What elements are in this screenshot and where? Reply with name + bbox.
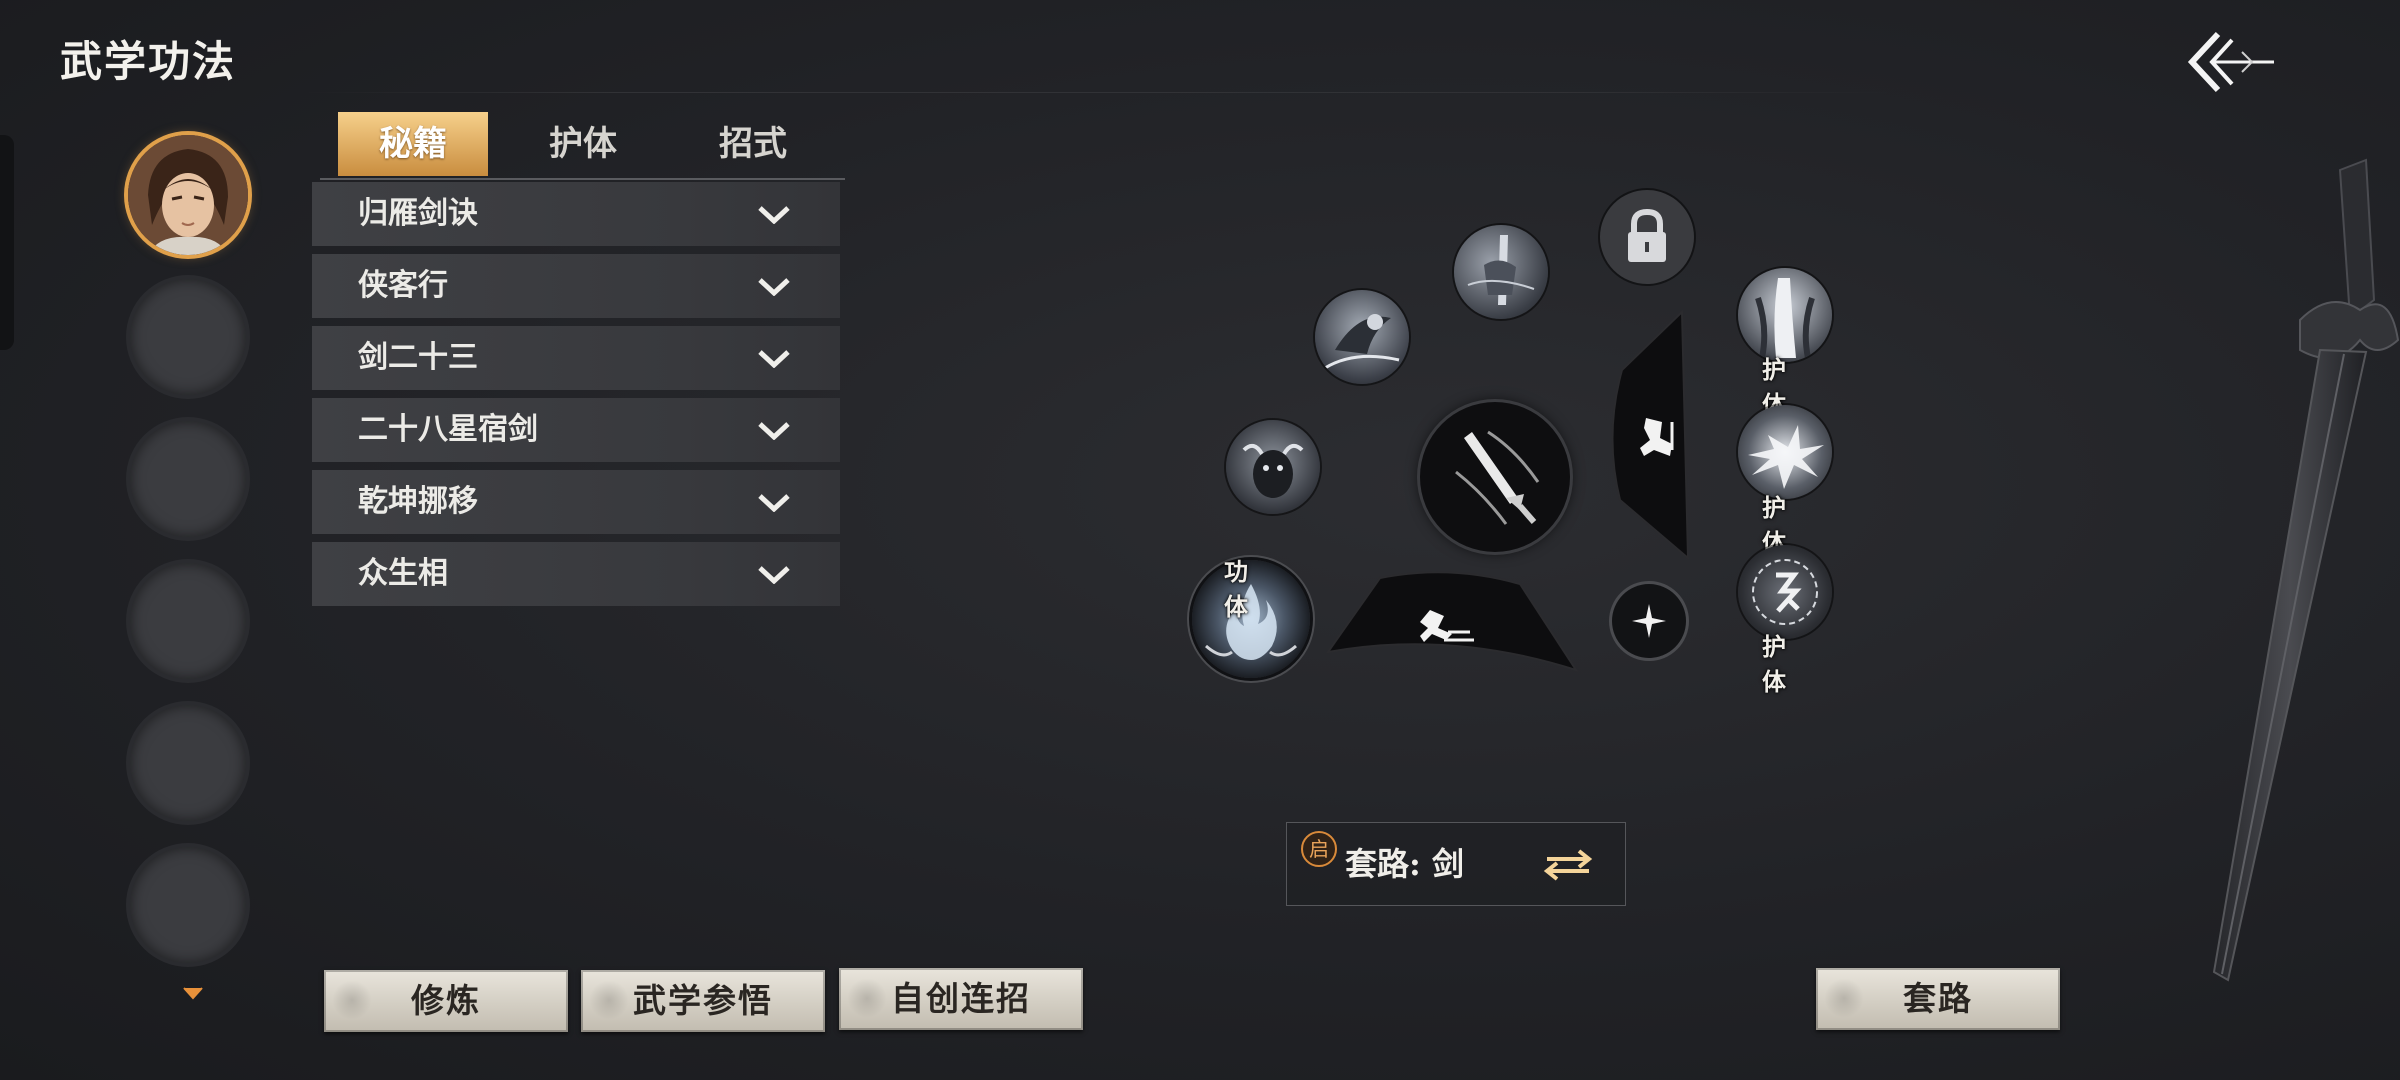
huti-skill-3[interactable] (1738, 545, 1832, 639)
lightning-burst-icon (1748, 425, 1824, 489)
tab-zhaoshi[interactable]: 招式 (678, 112, 828, 176)
skill-item[interactable]: 乾坤挪移 (312, 470, 840, 534)
chevron-down-icon (758, 278, 790, 296)
character-slot-empty[interactable] (130, 279, 246, 395)
huti-skill-2[interactable] (1738, 405, 1832, 499)
chevron-down-icon (758, 494, 790, 512)
enlighten-button[interactable]: 武学参悟 (581, 970, 825, 1032)
dodge-button[interactable] (1320, 570, 1580, 680)
tab-bar: 秘籍 护体 招式 (320, 112, 845, 180)
active-badge: 启 (1301, 831, 1337, 867)
custom-combo-button[interactable]: 自创连招 (839, 968, 1083, 1030)
character-slot-empty[interactable] (130, 563, 246, 679)
side-drawer-handle[interactable] (0, 135, 14, 350)
huti-skill-1[interactable] (1738, 268, 1832, 362)
skill-item[interactable]: 剑二十三 (312, 326, 840, 390)
tab-miji[interactable]: 秘籍 (338, 112, 488, 176)
chevron-down-icon (183, 987, 203, 1000)
jump-button[interactable] (1610, 310, 1700, 560)
back-arrow-icon (2187, 31, 2274, 93)
leaping-warrior-icon (1324, 314, 1400, 370)
swordsman-figure-icon (1467, 235, 1535, 305)
skill-label: 众生相 (358, 556, 448, 591)
page-title: 武学功法 (60, 37, 237, 86)
routine-selector[interactable]: 启 套路: 剑 (1286, 822, 1626, 906)
header-divider (300, 92, 1900, 93)
lock-target-button[interactable] (1612, 584, 1686, 658)
basic-attack-button[interactable] (1420, 402, 1570, 552)
back-button[interactable] (2180, 22, 2280, 102)
skill-slot-3[interactable] (1226, 420, 1320, 514)
robed-figure-icon (1755, 278, 1815, 359)
gongti-skill[interactable] (1192, 560, 1310, 678)
ox-head-icon (1242, 443, 1304, 498)
swap-arrows-icon[interactable] (1543, 849, 1593, 881)
skill-label: 剑二十三 (358, 340, 478, 375)
locked-slot[interactable] (1600, 190, 1694, 284)
routine-button[interactable]: 套路 (1816, 968, 2060, 1030)
gongti-label: 功体 (1224, 557, 1248, 621)
chevron-down-icon (758, 422, 790, 440)
skill-item[interactable]: 归雁剑诀 (312, 182, 840, 246)
skill-item[interactable]: 侠客行 (312, 254, 840, 318)
chevron-down-icon (758, 350, 790, 368)
crosshair-icon (1632, 604, 1666, 638)
character-slot-empty[interactable] (130, 705, 246, 821)
character-slot-empty[interactable] (130, 421, 246, 537)
character-avatar[interactable] (128, 135, 248, 255)
huti-label: 护体 (1762, 632, 1786, 696)
skill-label: 乾坤挪移 (358, 484, 478, 519)
skill-label: 二十八星宿剑 (358, 412, 538, 447)
skill-label: 归雁剑诀 (358, 196, 478, 231)
chevron-down-icon (758, 206, 790, 224)
decorative-sword-image (2212, 158, 2400, 982)
tab-huti[interactable]: 护体 (508, 112, 658, 176)
sword-slash-icon (1455, 430, 1540, 525)
skill-slot-1[interactable] (1454, 225, 1548, 319)
character-portrait (128, 135, 248, 255)
practice-button[interactable]: 修炼 (324, 970, 568, 1032)
skill-item[interactable]: 二十八星宿剑 (312, 398, 840, 462)
skill-item[interactable]: 众生相 (312, 542, 840, 606)
skill-slot-2[interactable] (1315, 290, 1409, 384)
routine-label: 套路: 剑 (1345, 845, 1464, 883)
scroll-down-button[interactable] (182, 985, 204, 1001)
blue-flame-icon (1205, 584, 1297, 660)
rune-symbol-icon (1752, 559, 1818, 625)
lock-icon (1628, 208, 1666, 262)
skill-label: 侠客行 (358, 268, 448, 303)
character-slot-empty[interactable] (130, 847, 246, 963)
chevron-down-icon (758, 566, 790, 584)
